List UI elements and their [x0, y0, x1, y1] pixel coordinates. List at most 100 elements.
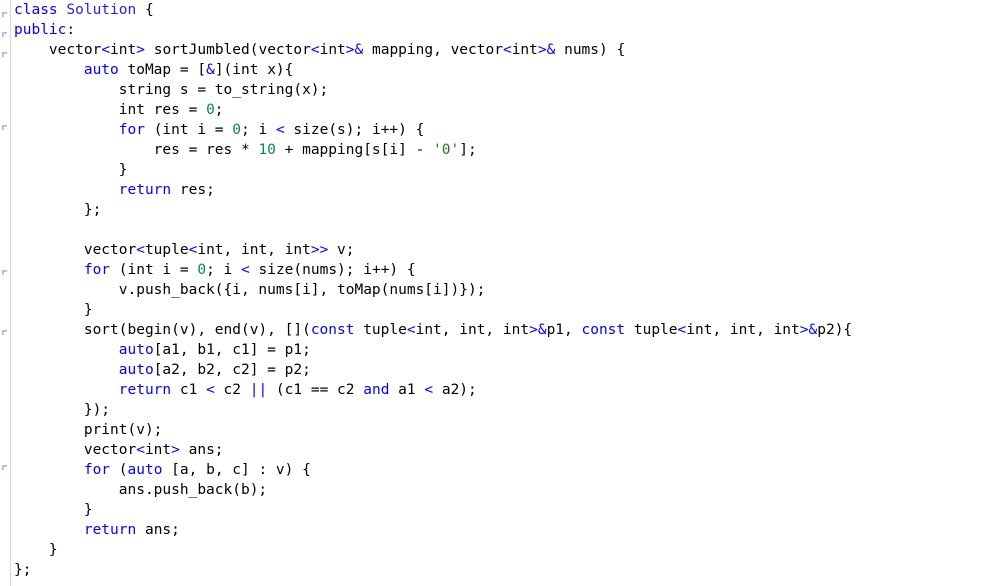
code-line: return c1 < c2 || (c1 == c2 and a1 < a2)… — [14, 380, 852, 400]
code-line: for (int i = 0; i < size(s); i++) { — [14, 120, 852, 140]
code-token: c2 — [214, 382, 250, 398]
code-token: int, int, int — [686, 322, 800, 338]
code-fold-marker-icon[interactable] — [2, 125, 7, 130]
code-fold-marker-icon[interactable] — [2, 32, 7, 37]
code-line: int res = 0; — [14, 100, 852, 120]
code-token: public — [14, 22, 67, 38]
code-token: { — [136, 2, 154, 18]
code-token: size(s); i++) { — [284, 122, 425, 138]
code-token: int — [319, 42, 346, 58]
code-token: size(nums); i++) { — [249, 262, 416, 278]
code-line: vector<int> sortJumbled(vector<int>& map… — [14, 40, 852, 60]
code-line: return ans; — [14, 520, 852, 540]
code-token: < — [206, 382, 215, 398]
code-token: res = res * — [14, 142, 259, 158]
code-token: return — [83, 522, 137, 538]
code-token: int — [110, 42, 137, 58]
code-fold-marker-icon[interactable] — [2, 465, 7, 470]
code-token: a1 — [389, 382, 425, 398]
code-line: } — [14, 160, 852, 180]
code-token: (c1 — [267, 382, 311, 398]
code-token: class — [14, 2, 58, 18]
code-token: return — [118, 382, 172, 398]
code-line: }; — [14, 200, 852, 220]
code-token: int, int, int — [197, 242, 311, 258]
code-token: ](int x){ — [214, 62, 294, 78]
code-token: vector — [14, 442, 137, 458]
code-fold-marker-icon[interactable] — [2, 330, 7, 335]
code-token: string s = to_string(x); — [14, 82, 329, 98]
code-token: }; — [14, 202, 102, 218]
code-line: ans.push_back(b); — [14, 480, 852, 500]
code-token: < — [275, 122, 285, 138]
code-token: >& — [537, 42, 556, 58]
code-token: 10 — [258, 142, 276, 158]
code-token: > — [136, 42, 145, 58]
code-token: Solution — [66, 2, 137, 18]
code-line: res = res * 10 + mapping[s[i] - '0']; — [14, 140, 852, 160]
code-token: >> — [310, 242, 329, 258]
code-token: const — [310, 322, 355, 338]
code-token: < — [677, 322, 687, 338]
code-token: for — [118, 122, 145, 138]
code-token: tuple — [354, 322, 407, 338]
source-code-view[interactable]: class Solution {public: vector<int> sort… — [14, 0, 852, 580]
code-token: < — [241, 262, 250, 278]
code-token: int, int, int — [415, 322, 530, 338]
code-token: ; — [214, 102, 224, 118]
code-token: < — [136, 442, 145, 458]
code-token: ans; — [136, 522, 180, 538]
code-token: >& — [799, 322, 818, 338]
code-token: > — [171, 442, 180, 458]
code-token: sort(begin(v), end(v), []( — [14, 322, 311, 338]
fold-marker-gutter[interactable] — [0, 0, 10, 586]
code-token: a2); — [433, 382, 477, 398]
code-token: } — [14, 502, 93, 518]
code-line: }); — [14, 400, 852, 420]
code-line: print(v); — [14, 420, 852, 440]
code-line: auto toMap = [&](int x){ — [14, 60, 852, 80]
code-token: >& — [345, 42, 364, 58]
code-token: auto — [127, 462, 163, 478]
code-line: auto[a1, b1, c1] = p1; — [14, 340, 852, 360]
code-token: res; — [171, 182, 215, 198]
code-token: int — [144, 442, 172, 458]
code-fold-marker-icon[interactable] — [2, 12, 7, 17]
code-token: for — [83, 462, 111, 478]
code-token: ; i — [241, 122, 276, 138]
code-token: ans.push_back(b); — [14, 482, 268, 498]
code-token: < — [406, 322, 416, 338]
code-token: >& — [529, 322, 547, 338]
code-line: return res; — [14, 180, 852, 200]
code-token: p1, — [546, 322, 582, 338]
code-token: & — [206, 62, 215, 78]
code-token: [a2, b2, c2] = p2; — [153, 362, 311, 378]
code-token: } — [14, 542, 58, 558]
code-token: for — [83, 262, 111, 278]
code-token: nums) { — [555, 42, 626, 58]
code-token: < — [424, 382, 434, 398]
code-editor[interactable]: class Solution {public: vector<int> sort… — [0, 0, 999, 586]
code-token: auto — [118, 342, 154, 358]
code-token: 0 — [232, 122, 242, 138]
code-token: < — [101, 42, 111, 58]
code-token: sortJumbled(vector — [144, 42, 311, 58]
code-token: tuple — [625, 322, 678, 338]
code-fold-marker-icon[interactable] — [2, 270, 7, 275]
code-fold-marker-icon[interactable] — [2, 52, 7, 57]
code-token: < — [136, 242, 145, 258]
code-token: }; — [14, 562, 32, 578]
code-token: v; — [328, 242, 355, 258]
code-token: [ — [188, 62, 207, 78]
code-token: < — [502, 42, 512, 58]
code-line: } — [14, 500, 852, 520]
code-line: }; — [14, 560, 852, 580]
code-line: for (auto [a, b, c] : v) { — [14, 460, 852, 480]
code-token: [a1, b1, c1] = p1; — [153, 342, 311, 358]
